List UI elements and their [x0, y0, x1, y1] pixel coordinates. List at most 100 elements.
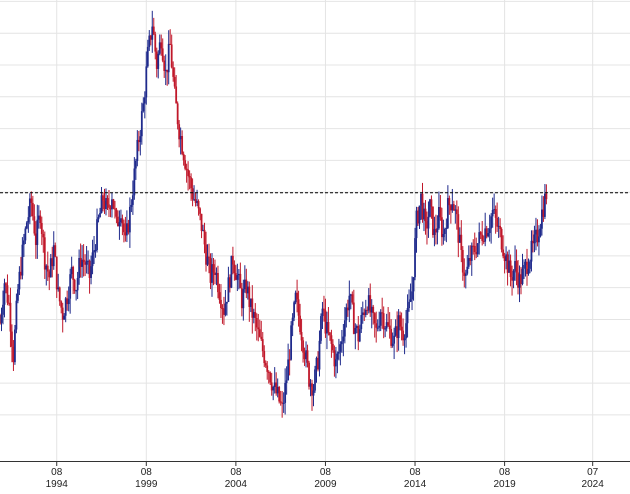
candle-down [302, 340, 304, 353]
candle-down [6, 285, 9, 303]
candle-down [184, 160, 187, 169]
candle-down [190, 177, 192, 189]
candle-up [337, 351, 340, 354]
candle-up [488, 228, 491, 234]
candle-down [473, 245, 476, 253]
candle-up [336, 353, 339, 360]
candle-down [58, 287, 61, 302]
candle-up [224, 303, 227, 315]
candle-up [140, 111, 143, 137]
candle-up [312, 390, 315, 396]
candle-down [263, 351, 266, 364]
candle-up [290, 325, 293, 360]
candle-down [299, 315, 301, 333]
candle-up [491, 209, 494, 217]
candle-down [106, 198, 109, 205]
candle-down [212, 264, 215, 273]
candle-down [220, 299, 222, 309]
x-tick-month-label: 08 [230, 467, 242, 478]
candle-up [27, 217, 30, 223]
candle-down [424, 208, 427, 222]
x-tick-month-label: 08 [141, 467, 153, 478]
candle-down [175, 86, 178, 104]
candle-down [329, 332, 331, 336]
candle-up [340, 341, 343, 345]
candle-up [118, 222, 121, 227]
candle-up [403, 338, 406, 341]
x-tick-year-label: 2004 [225, 479, 248, 490]
candle-up [335, 359, 337, 367]
candle-down [351, 294, 354, 303]
x-tick-year-label: 1994 [46, 479, 69, 490]
candle-down [112, 199, 115, 209]
x-tick-month-label: 08 [51, 467, 63, 478]
candle-up [15, 300, 18, 330]
candle-up [139, 136, 142, 143]
candle-down [500, 229, 503, 250]
candle-up [293, 302, 295, 318]
candle-up [523, 264, 525, 269]
candle-up [408, 301, 410, 309]
price-chart: 0819940819990820040820090820140820190720… [0, 0, 630, 494]
candle-down [502, 249, 505, 257]
candle-up [36, 219, 39, 246]
candle-up [436, 228, 439, 233]
candle-up [291, 317, 294, 326]
candle-down [108, 204, 110, 208]
candle-down [515, 261, 518, 273]
candle-down [182, 153, 185, 161]
candle-up [487, 233, 490, 237]
candle-down [39, 215, 42, 224]
candle-up [342, 336, 345, 342]
candle-up [63, 315, 66, 320]
candle-up [130, 204, 133, 207]
candle-down [261, 339, 264, 352]
candle-up [76, 277, 79, 291]
candle-up [285, 380, 288, 383]
candle-down [11, 331, 13, 347]
candle-down [114, 208, 116, 210]
candle-down [255, 318, 258, 328]
candle-up [464, 273, 467, 276]
candle-up [412, 277, 415, 292]
candle-down [115, 209, 118, 217]
candle-up [358, 329, 361, 342]
candle-down [218, 292, 221, 300]
candle-down [191, 188, 194, 200]
candle-down [33, 216, 36, 234]
candle-up [476, 243, 479, 255]
candle-down [152, 26, 155, 35]
candle-down [327, 322, 330, 333]
candle-down [181, 136, 184, 154]
candle-down [269, 372, 272, 383]
candle-up [134, 160, 137, 169]
candle-up [226, 301, 228, 304]
candle-up [90, 266, 92, 278]
candle-up [99, 212, 101, 218]
candle-up [320, 316, 322, 341]
candle-up [445, 227, 448, 230]
candle-down [260, 336, 263, 340]
candle-up [529, 261, 531, 269]
candle-down [387, 322, 390, 326]
candle-down [296, 292, 298, 300]
candle-down [187, 169, 190, 177]
candle-down [390, 328, 393, 346]
candle-up [360, 315, 363, 330]
candle-up [282, 402, 285, 404]
candle-down [239, 273, 242, 289]
candle-down [160, 42, 163, 49]
candle-down [330, 335, 333, 344]
candle-down [499, 225, 502, 230]
x-tick-year-label: 2014 [404, 479, 427, 490]
candle-down [382, 313, 385, 330]
candle-up [157, 53, 160, 69]
candle-up [405, 323, 407, 339]
candle-up [284, 382, 287, 403]
candle-down [264, 363, 267, 366]
candle-up [0, 314, 3, 323]
candle-down [494, 209, 497, 218]
candle-down [73, 279, 76, 291]
candle-down [279, 401, 282, 403]
x-tick-month-label: 08 [409, 467, 421, 478]
